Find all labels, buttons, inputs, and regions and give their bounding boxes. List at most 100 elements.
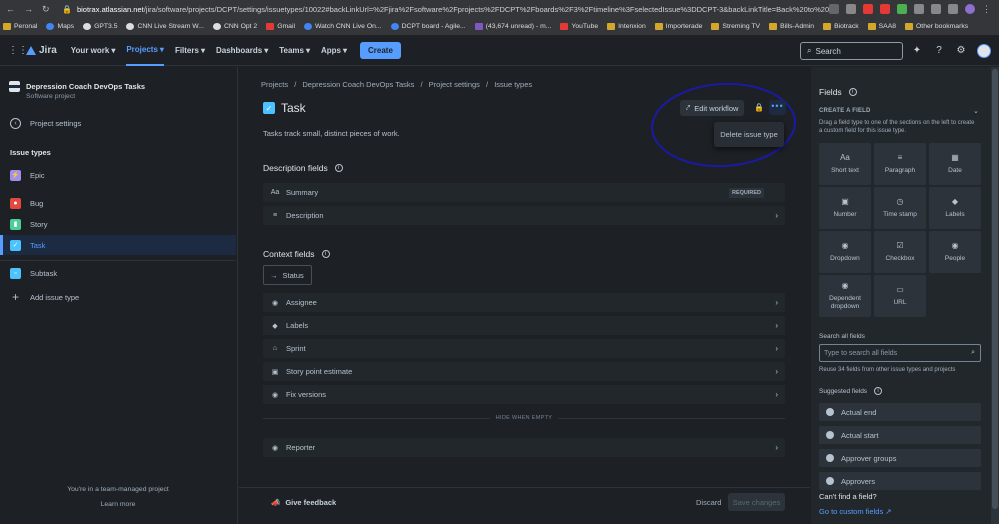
bookmark[interactable]: Bills-Admin: [769, 23, 814, 30]
field-type-checkbox[interactable]: ☑ Checkbox: [874, 231, 926, 273]
bookmark[interactable]: Importerade: [654, 23, 702, 30]
bookmark[interactable]: Biotrack: [823, 23, 859, 30]
nav-dashboards[interactable]: Dashboards ▾: [216, 36, 268, 66]
bookmark[interactable]: CNN Live Stream W...: [126, 23, 204, 30]
project-header[interactable]: Depression Coach DevOps Tasks Software p…: [9, 81, 145, 100]
field-row-assignee[interactable]: ◉ Assignee ›: [263, 293, 785, 312]
learn-more-link[interactable]: Learn more: [0, 501, 236, 508]
reload-icon[interactable]: ↻: [42, 4, 50, 15]
chevron-down-icon[interactable]: ⌄: [973, 107, 979, 115]
field-type-labels[interactable]: ◆ Labels: [929, 187, 981, 229]
issue-type-description[interactable]: Tasks track small, distinct pieces of wo…: [263, 129, 400, 138]
info-icon[interactable]: i: [874, 387, 883, 395]
field-row-labels[interactable]: ◆ Labels ›: [263, 316, 785, 335]
bookmark[interactable]: (43,674 unread) - m...: [474, 23, 551, 30]
profile-avatar-icon[interactable]: [965, 4, 975, 14]
suggested-field-actual-start[interactable]: Actual start: [819, 426, 981, 444]
discard-button[interactable]: Discard: [696, 498, 721, 507]
field-row-story-points[interactable]: ▣ Story point estimate ›: [263, 362, 785, 381]
nav-teams[interactable]: Teams ▾: [279, 36, 310, 66]
bookmark[interactable]: CNN Opt 2: [212, 23, 257, 30]
field-row-sprint[interactable]: ⌂ Sprint ›: [263, 339, 785, 358]
sidebar-item-story[interactable]: ▮ Story: [0, 214, 236, 234]
lock-icon[interactable]: 🔒: [62, 5, 72, 14]
star-icon[interactable]: [846, 4, 856, 14]
extension-icon[interactable]: [880, 4, 890, 14]
suggested-field-approver-groups[interactable]: Approver groups: [819, 449, 981, 467]
field-type-paragraph[interactable]: ≡ Paragraph: [874, 143, 926, 185]
save-changes-button[interactable]: Save changes: [728, 493, 785, 511]
scrollbar[interactable]: [991, 67, 999, 524]
suggested-field-approvers[interactable]: Approvers: [819, 472, 981, 490]
lock-icon[interactable]: 🔒: [754, 103, 764, 112]
create-button[interactable]: Create: [360, 42, 401, 59]
help-icon[interactable]: ?: [933, 45, 945, 57]
bookmark[interactable]: Gmail: [266, 23, 295, 30]
back-to-project-settings[interactable]: ‹ Project settings: [0, 113, 236, 133]
sidebar-item-task[interactable]: ✓ Task: [0, 235, 236, 255]
field-row-reporter[interactable]: ◉ Reporter ›: [263, 438, 785, 457]
status-field[interactable]: → Status: [263, 265, 312, 285]
nav-apps[interactable]: Apps ▾: [321, 36, 347, 66]
extension-icon[interactable]: [863, 4, 873, 14]
jira-logo[interactable]: Jira: [26, 45, 57, 56]
scrollbar-thumb[interactable]: [992, 69, 998, 509]
sidebar-item-subtask[interactable]: ▫ Subtask: [0, 263, 236, 283]
suggested-field-actual-end[interactable]: Actual end: [819, 403, 981, 421]
give-feedback-button[interactable]: 📣 Give feedback: [271, 498, 336, 507]
url-field[interactable]: biotrax.atlassian.net/jira/software/proj…: [77, 5, 829, 14]
more-actions-button[interactable]: •••: [769, 100, 786, 115]
breadcrumb-settings[interactable]: Project settings: [429, 80, 480, 89]
nav-projects[interactable]: Projects ▾: [126, 36, 164, 66]
other-bookmarks[interactable]: Other bookmarks: [905, 23, 968, 30]
bookmark[interactable]: GPT3.5: [83, 23, 117, 30]
app-switcher-icon[interactable]: ⋮⋮: [0, 45, 28, 56]
sidebar-item-epic[interactable]: ⚡ Epic: [0, 165, 236, 185]
info-icon[interactable]: i: [848, 88, 857, 96]
go-to-custom-fields-link[interactable]: Go to custom fields ↗: [819, 507, 892, 516]
back-icon[interactable]: ←: [6, 4, 15, 15]
bookmark[interactable]: Watch CNN Live On...: [303, 23, 382, 30]
breadcrumb-issue-types[interactable]: Issue types: [494, 80, 532, 89]
edit-workflow-button[interactable]: ⤤ Edit workflow: [680, 100, 745, 116]
menu-icon[interactable]: ⋮: [982, 4, 991, 14]
bookmark[interactable]: YouTube: [560, 23, 598, 30]
delete-issue-type-menu-item[interactable]: Delete issue type: [714, 122, 784, 147]
field-type-short-text[interactable]: Aa Short text: [819, 143, 871, 185]
bookmark[interactable]: DCPT board - Agile...: [390, 23, 466, 30]
extension-icon[interactable]: [914, 4, 924, 14]
nav-filters[interactable]: Filters ▾: [175, 36, 205, 66]
bookmark[interactable]: Peronal: [3, 23, 37, 30]
bookmark[interactable]: Streming TV: [711, 23, 760, 30]
nav-your-work[interactable]: Your work ▾: [71, 36, 116, 66]
info-icon[interactable]: i: [321, 250, 330, 258]
puzzle-icon[interactable]: [931, 4, 941, 14]
user-avatar[interactable]: [977, 44, 991, 58]
bookmark[interactable]: SAA8: [867, 23, 896, 30]
bookmark[interactable]: Maps: [46, 23, 74, 30]
search-input[interactable]: ⌕ Search: [800, 42, 903, 60]
bookmark[interactable]: Intenxion: [607, 23, 646, 30]
extension-icon[interactable]: [897, 4, 907, 14]
field-row-summary[interactable]: Aa Summary REQUIRED: [263, 183, 785, 202]
notifications-icon[interactable]: ✦: [911, 45, 923, 57]
field-row-description[interactable]: ≡ Description ›: [263, 206, 785, 225]
field-type-dependent-dropdown[interactable]: ◉ Dependent dropdown: [819, 275, 871, 317]
field-type-people[interactable]: ◉ People: [929, 231, 981, 273]
field-type-time-stamp[interactable]: ◷ Time stamp: [874, 187, 926, 229]
search-fields-input[interactable]: Type to search all fields ⌕: [819, 344, 981, 362]
breadcrumb-projects[interactable]: Projects: [261, 80, 288, 89]
field-type-date[interactable]: ▦ Date: [929, 143, 981, 185]
info-icon[interactable]: i: [334, 164, 343, 172]
add-issue-type-button[interactable]: + Add issue type: [0, 287, 236, 307]
sidepanel-icon[interactable]: [948, 4, 958, 14]
forward-icon[interactable]: →: [24, 4, 33, 15]
field-type-number[interactable]: ▣ Number: [819, 187, 871, 229]
field-type-dropdown[interactable]: ◉ Dropdown: [819, 231, 871, 273]
field-type-url[interactable]: ▭ URL: [874, 275, 926, 317]
settings-gear-icon[interactable]: ⚙: [955, 45, 967, 57]
breadcrumb-project[interactable]: Depression Coach DevOps Tasks: [302, 80, 414, 89]
field-row-fix-versions[interactable]: ◉ Fix versions ›: [263, 385, 785, 404]
share-icon[interactable]: [829, 4, 839, 14]
sidebar-item-bug[interactable]: ● Bug: [0, 193, 236, 213]
